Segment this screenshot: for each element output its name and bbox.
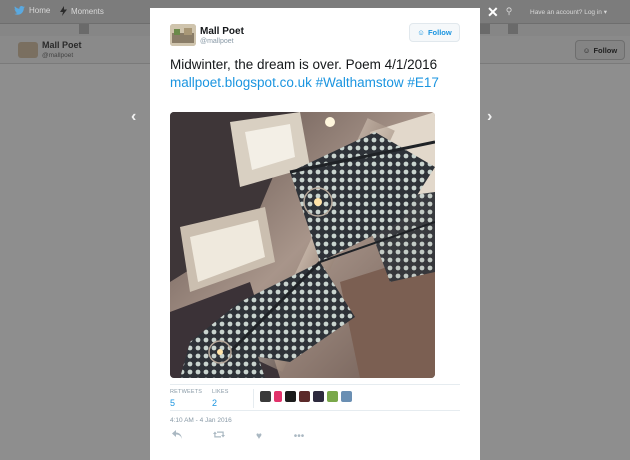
retweet-icon[interactable]: [212, 430, 226, 444]
tweet-text: Midwinter, the dream is over. Poem 4/1/2…: [170, 56, 470, 91]
nav-home[interactable]: Home: [14, 6, 50, 15]
tweet-body: Midwinter, the dream is over. Poem 4/1/2…: [170, 57, 438, 72]
reply-arrow: [172, 430, 182, 439]
background-follow-button[interactable]: ☺ Follow: [575, 40, 625, 60]
likes-label: LIKES: [212, 389, 229, 395]
tweet-actions: ♥ •••: [170, 430, 370, 444]
background-profile-name: Mall Poet: [42, 40, 82, 50]
like-count[interactable]: LIKES 2: [212, 389, 229, 408]
liker-avatar[interactable]: [285, 391, 296, 402]
retweets-value: 5: [170, 398, 176, 408]
twitter-bird-icon: [14, 6, 25, 15]
chevron-right-icon[interactable]: ›: [487, 108, 492, 126]
reply-icon[interactable]: [170, 430, 184, 444]
background-follow-label: Follow: [593, 45, 618, 55]
nav-home-label: Home: [29, 6, 51, 15]
chevron-left-icon[interactable]: ‹: [131, 108, 136, 126]
background-avatar: [18, 42, 38, 58]
more-icon[interactable]: •••: [292, 430, 306, 444]
add-user-icon: ☺: [582, 45, 591, 55]
stats-divider: [253, 389, 254, 408]
author-handle[interactable]: @mallpoet: [200, 38, 234, 45]
tweet-modal: Mall Poet @mallpoet ☺ Follow Midwinter, …: [150, 8, 480, 460]
banner-block: [508, 24, 518, 34]
liker-avatar[interactable]: [274, 391, 282, 402]
mall-ceiling-photo: [170, 112, 435, 378]
liker-avatars: [260, 391, 352, 402]
background-profile-handle: @mallpoet: [42, 52, 74, 59]
follow-button[interactable]: ☺ Follow: [409, 23, 460, 42]
login-link-label: Have an account? Log in: [530, 9, 602, 16]
retweet-arrows: [213, 431, 225, 438]
lightning-icon: [60, 6, 67, 16]
liker-avatar[interactable]: [341, 391, 352, 402]
tweet-stats: RETWEETS 5 LIKES 2: [170, 384, 460, 411]
tweet-link[interactable]: mallpoet.blogspot.co.uk: [170, 75, 312, 90]
author-name[interactable]: Mall Poet: [200, 26, 244, 37]
nav-moments-label: Moments: [71, 6, 104, 16]
login-link[interactable]: Have an account? Log in ▾: [530, 8, 607, 16]
nav-moments[interactable]: Moments: [60, 6, 104, 16]
like-icon[interactable]: ♥: [252, 430, 266, 444]
banner-block: [480, 24, 490, 34]
add-user-icon: ☺: [417, 28, 425, 37]
liker-avatar[interactable]: [260, 391, 271, 402]
liker-avatar[interactable]: [313, 391, 324, 402]
tweet-timestamp[interactable]: 4:10 AM - 4 Jan 2016: [170, 417, 232, 424]
likes-value: 2: [212, 398, 218, 408]
avatar-image: [170, 24, 196, 46]
hashtag-e17[interactable]: #E17: [407, 75, 439, 90]
hashtag-walthamstow[interactable]: #Walthamstow: [316, 75, 404, 90]
avatar[interactable]: [170, 24, 196, 46]
retweets-label: RETWEETS: [170, 389, 203, 395]
banner-block: [79, 24, 89, 34]
tweet-photo[interactable]: [170, 112, 435, 378]
liker-avatar[interactable]: [299, 391, 310, 402]
close-icon[interactable]: ✕: [487, 4, 499, 21]
search-icon[interactable]: ⚲: [503, 6, 515, 18]
follow-button-label: Follow: [427, 28, 452, 37]
retweet-count[interactable]: RETWEETS 5: [170, 389, 202, 408]
liker-avatar[interactable]: [327, 391, 338, 402]
